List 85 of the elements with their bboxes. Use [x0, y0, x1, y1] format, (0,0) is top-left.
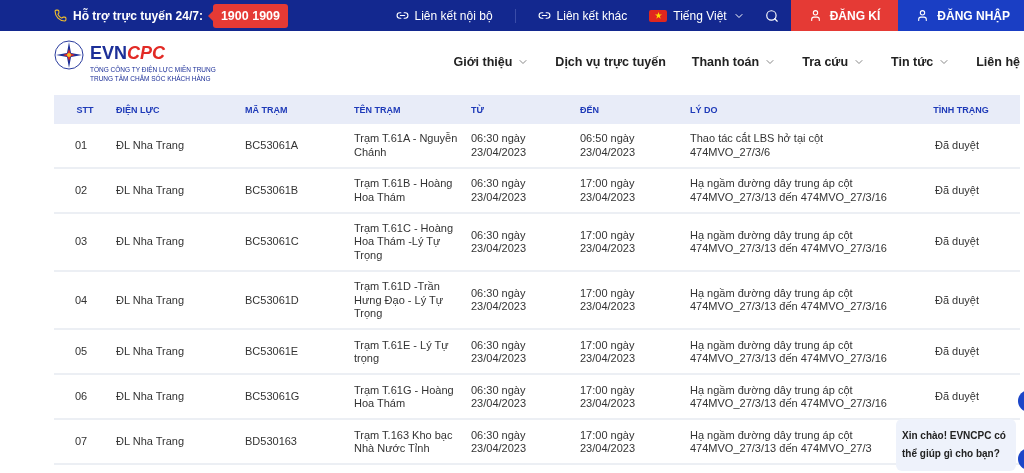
table-cell-text: BC53061D: [245, 293, 300, 308]
table-cell-text: Đã duyệt: [935, 138, 980, 153]
table-cell-text: 06: [74, 390, 89, 404]
table-cell-text: Hạ ngầm đường dây trung áp cột 474MVO_27/3/13 đến 474MVO_27/3/16: [690, 383, 888, 411]
table-cell-text: 03: [74, 235, 89, 249]
nav-item[interactable]: Giới thiệu: [453, 55, 530, 69]
table-cell-text: 17:00 ngày 23/04/2023: [580, 338, 637, 366]
link-icon: [395, 9, 409, 22]
table-cell-text: 06:30 ngày 23/04/2023: [471, 286, 528, 314]
column-header: TÌNH TRẠNG: [932, 104, 990, 115]
table-cell-text: 17:00 ngày 23/04/2023: [580, 286, 637, 314]
table-cell-text: Hạ ngầm đường dây trung áp cột 474MVO_27/3/13 đến 474MVO_27/3/16: [690, 338, 888, 366]
table-cell-text: BC53061A: [245, 138, 300, 153]
table-cell-text: Trạm T.61C - Hoàng Hoa Thám -Lý Tự Trọng: [354, 222, 455, 263]
column-header: LÝ DO: [690, 104, 719, 115]
table-cell-text: 06:30 ngày 23/04/2023: [471, 228, 528, 256]
table-cell-text: 06:30 ngày 23/04/2023: [471, 338, 528, 366]
table-cell-text: 04: [74, 293, 89, 308]
table-cell-text: Thao tác cắt LBS hở tại cột 474MVO_27/3/6: [690, 132, 825, 159]
table-cell-text: Hạ ngầm đường dây trung áp cột 474MVO_27/3/13 đến 474MVO_27/3/16: [690, 286, 888, 314]
table-cell-text: Trạm T.163 Kho bạc Nhà Nước Tỉnh: [354, 428, 454, 456]
user-icon: [808, 9, 822, 22]
column-header: STT: [75, 104, 95, 115]
table-cell-text: 06:30 ngày 23/04/2023: [471, 177, 528, 204]
table-cell-text: Trạm T.61A - Nguyễn Chánh: [354, 132, 459, 159]
table-cell-text: ĐL Nha Trang: [116, 435, 186, 449]
table-cell-text: 17:00 ngày 23/04/2023: [580, 383, 637, 411]
table-cell-text: ĐL Nha Trang: [116, 390, 186, 404]
support-label: Hỗ trợ trực tuyến 24/7:: [73, 8, 203, 23]
table-cell-text: Trạm T.61E - Lý Tự trọng: [354, 338, 450, 366]
nav-item[interactable]: Dịch vụ trực tuyến: [555, 55, 666, 69]
table-cell-text: BC53061E: [245, 345, 300, 359]
table-cell-text: Đã duyệt: [935, 183, 980, 198]
table-cell-text: ĐL Nha Trang: [116, 138, 186, 153]
table-cell-text: 17:00 ngày 23/04/2023: [580, 428, 637, 456]
table-cell-text: Trạm T.61B - Hoàng Hoa Thám: [354, 177, 454, 204]
language-selector[interactable]: Tiếng Việt: [649, 8, 745, 23]
chat-greeting: Xin chào! EVNCPC có thể giúp gì cho bạn?: [896, 419, 1016, 471]
table-cell-text: BC53061G: [245, 390, 301, 404]
table-cell-text: Đã duyệt: [935, 293, 980, 308]
table-cell-text: ĐL Nha Trang: [116, 183, 186, 198]
table-cell-text: Hạ ngầm đường dây trung áp cột 474MVO_27/3/13 đến 474MVO_27/3/16: [690, 228, 888, 256]
nav-item[interactable]: Liên hệ: [976, 55, 1020, 69]
column-header: TÊN TRẠM: [354, 104, 402, 115]
table-cell-text: ĐL Nha Trang: [116, 293, 186, 308]
top-link[interactable]: Liên kết nội bộ: [395, 8, 493, 23]
nav-item[interactable]: Thanh toán: [691, 55, 777, 69]
search-button[interactable]: [764, 8, 779, 23]
table-cell-text: BC53061B: [245, 183, 300, 198]
phone-icon: [54, 9, 67, 22]
table-cell-text: 01: [74, 138, 89, 153]
table-cell-text: Trạm T.61D -Trần Hưng Đạo - Lý Tự Trọng: [354, 280, 445, 321]
login-button[interactable]: ĐĂNG NHẬP: [898, 0, 1024, 31]
table-cell-text: 06:50 ngày 23/04/2023: [580, 132, 637, 159]
flag-icon: [649, 9, 668, 22]
link-icon: [537, 9, 551, 22]
column-header: ĐIỆN LỰC: [116, 104, 161, 115]
table-cell-text: 06:30 ngày 23/04/2023: [471, 383, 528, 411]
logo-text: EVNCPC: [90, 44, 167, 63]
table-cell-text: 06:30 ngày 23/04/2023: [471, 428, 528, 456]
column-header: TỪ: [471, 104, 485, 115]
logo-icon: [54, 40, 84, 71]
table-cell-text: Hạ ngầm đường dây trung áp cột 474MVO_27/3/13 đến 474MVO_27/3: [690, 428, 873, 456]
table-cell-text: 17:00 ngày 23/04/2023: [580, 177, 637, 204]
column-header: MÃ TRẠM: [245, 104, 289, 115]
table-cell-text: 07: [74, 435, 89, 449]
register-button[interactable]: ĐĂNG KÍ: [790, 0, 899, 31]
table-cell-text: BC53061C: [245, 235, 300, 249]
table-cell-text: ĐL Nha Trang: [116, 345, 186, 359]
table-cell-text: 05: [74, 345, 89, 359]
table-cell-text: Hạ ngầm đường dây trung áp cột 474MVO_27/3/13 đến 474MVO_27/3/16: [690, 177, 888, 204]
table-cell-text: Đã duyệt: [935, 345, 980, 359]
nav-item[interactable]: Tra cứu: [802, 55, 866, 69]
column-header: ĐẾN: [580, 104, 600, 115]
top-link[interactable]: Liên kết khác: [537, 8, 628, 23]
table-cell-text: 06:30 ngày 23/04/2023: [471, 132, 528, 159]
table-cell-text: Trạm T.61G - Hoàng Hoa Thám: [354, 383, 455, 411]
nav-item[interactable]: Tin tức: [891, 55, 951, 69]
table-cell-text: Đã duyệt: [935, 235, 980, 249]
user-icon: [916, 9, 930, 22]
table-cell-text: ĐL Nha Trang: [116, 235, 186, 249]
table-cell-text: Đã duyệt: [935, 390, 980, 404]
table-cell-text: BD530163: [245, 435, 298, 449]
table-cell-text: 02: [74, 183, 89, 198]
table-cell-text: 17:00 ngày 23/04/2023: [580, 228, 637, 256]
